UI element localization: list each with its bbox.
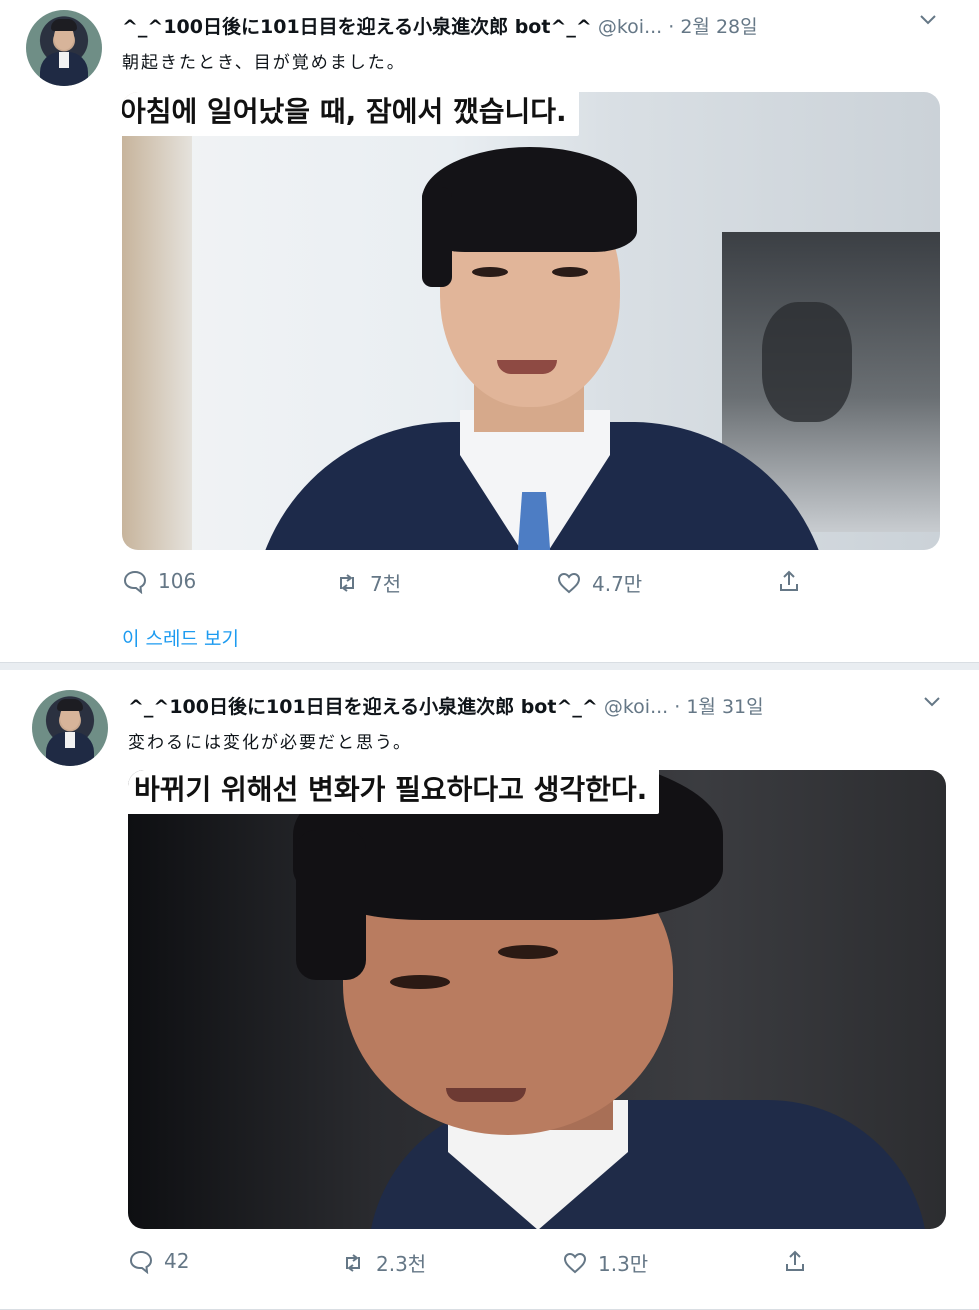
heart-icon [556,570,582,596]
like-count: 1.3만 [598,1252,649,1276]
avatar[interactable] [32,690,108,766]
share-icon [776,568,802,594]
retweet-button[interactable]: 2.3천 [340,1248,426,1277]
tweet-photo[interactable]: 바뀌기 위해선 변화가 필요하다고 생각한다. [128,770,946,1229]
show-thread-link[interactable]: 이 스레드 보기 [122,624,239,651]
reply-count: 42 [164,1249,190,1273]
like-button[interactable]: 4.7만 [556,568,642,597]
chevron-down-icon[interactable] [922,694,942,713]
reply-count: 106 [158,569,197,593]
reply-button[interactable]: 106 [122,568,197,595]
speech-bubble-icon [128,1248,154,1275]
tweet-actions: 42 2.3천 1.3만 [128,1248,828,1282]
chevron-down-icon[interactable] [918,12,938,31]
retweet-icon [334,570,360,596]
timestamp[interactable]: 2월 28일 [680,16,757,38]
like-button[interactable]: 1.3만 [562,1248,648,1277]
tweet-photo[interactable]: 아침에 일어났을 때, 잠에서 깼습니다. [122,92,940,550]
share-icon [782,1248,808,1274]
avatar[interactable] [26,10,102,86]
retweet-count: 7천 [370,572,402,596]
handle[interactable]: @koi... [604,696,668,718]
reply-button[interactable]: 42 [128,1248,190,1275]
tweet-header: ^_^100日後に101日目を迎える小泉進次郎 bot^_^ @koi... ·… [128,696,764,718]
share-button[interactable] [782,1248,808,1274]
timestamp[interactable]: 1월 31일 [686,696,763,718]
tweet-actions: 106 7천 4.7만 [122,568,822,602]
retweet-count: 2.3천 [376,1252,427,1276]
share-button[interactable] [776,568,802,594]
tweet-text: 朝起きたとき、目が覚めました。 [122,53,406,73]
speech-bubble-icon [122,568,148,595]
tweet-header: ^_^100日後に101日目を迎える小泉進次郎 bot^_^ @koi... ·… [122,16,758,38]
handle[interactable]: @koi... [598,16,662,38]
tweet-text: 変わるには変化が必要だと思う。 [128,733,412,753]
like-count: 4.7만 [592,572,643,596]
retweet-icon [340,1250,366,1276]
tweet-card[interactable]: ^_^100日後に101日目を迎える小泉進次郎 bot^_^ @koi... ·… [0,0,979,663]
heart-icon [562,1250,588,1276]
retweet-button[interactable]: 7천 [334,568,401,597]
photo-caption: 바뀌기 위해선 변화가 필요하다고 생각한다. [128,770,660,814]
photo-caption: 아침에 일어났을 때, 잠에서 깼습니다. [122,92,579,136]
display-name[interactable]: ^_^100日後に101日目を迎える小泉進次郎 bot^_^ [128,696,598,718]
display-name[interactable]: ^_^100日後に101日目を迎える小泉進次郎 bot^_^ [122,16,592,38]
tweet-card[interactable]: ^_^100日後に101日目を迎える小泉進次郎 bot^_^ @koi... ·… [0,670,979,1310]
